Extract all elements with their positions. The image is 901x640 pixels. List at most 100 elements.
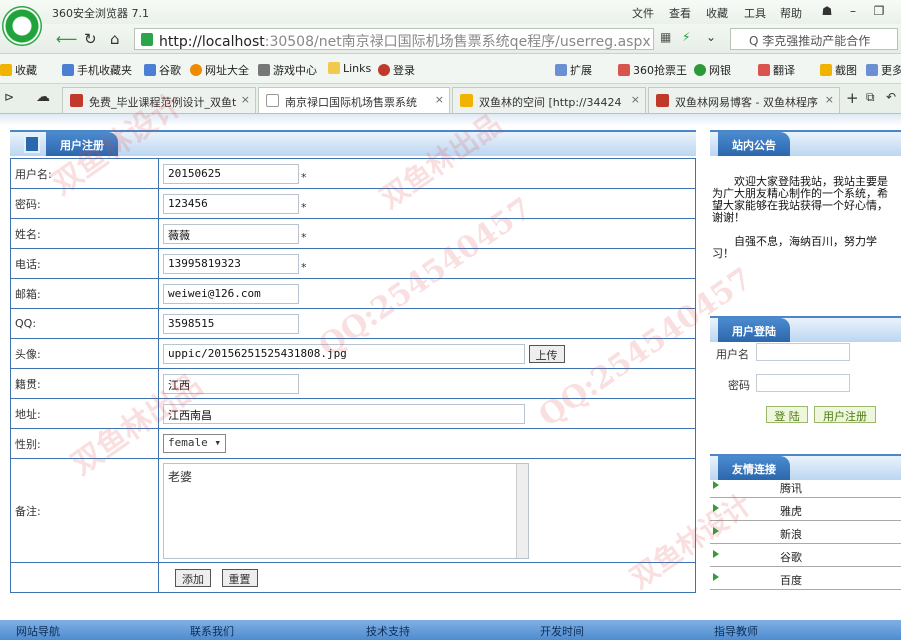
close-icon[interactable]: × (631, 93, 640, 106)
chevron-down-icon[interactable]: ⌄ (706, 30, 716, 44)
bank-icon (694, 64, 706, 76)
textarea-scrollbar[interactable] (516, 463, 528, 558)
link-item[interactable]: 百度 (710, 567, 901, 590)
link-item[interactable]: 雅虎 (710, 498, 901, 521)
login-password-input[interactable] (756, 374, 850, 392)
origin-field[interactable]: 江西 (163, 373, 299, 394)
footer-support[interactable]: 技术支持 (366, 623, 410, 639)
undo-icon[interactable]: ↶ (886, 90, 896, 104)
menu-file[interactable]: 文件 (632, 5, 654, 21)
fav-sites[interactable]: 网址大全 (190, 62, 249, 78)
fav-translate[interactable]: 翻译 (758, 62, 795, 78)
password-field[interactable]: 123456 (163, 193, 299, 214)
tab-blog[interactable]: 双鱼林网易博客 - 双鱼林程序 × (648, 87, 840, 113)
close-icon[interactable]: × (241, 93, 250, 106)
url-path: :30508/net南京禄口国际机场售票系统qe程序/userreg.aspx (264, 34, 651, 50)
refresh-icon[interactable]: ↻ (84, 30, 97, 48)
qq-field[interactable]: 3598515 (163, 313, 299, 334)
footer-dev-time[interactable]: 开发时间 (540, 623, 584, 639)
fav-links[interactable]: Links (328, 62, 371, 75)
name-label: 姓名: (10, 218, 159, 249)
required-mark: * (301, 260, 307, 274)
search-box[interactable]: Q 李克强推动产能合作 (730, 28, 898, 50)
cloud-icon[interactable]: ☁ (36, 89, 50, 105)
fav-login[interactable]: 登录 (378, 62, 415, 78)
fav-mobile[interactable]: 手机收藏夹 (62, 62, 132, 78)
note-label: 备注: (10, 458, 159, 563)
avatar-path-field[interactable]: uppic/20156251525431808.jpg (163, 343, 525, 364)
close-icon[interactable]: × (435, 93, 444, 106)
phone-icon (62, 64, 74, 76)
minimize-icon[interactable]: – (842, 2, 864, 20)
username-field[interactable]: 20150625 (163, 163, 299, 184)
speed-icon[interactable]: ⚡ (682, 30, 690, 44)
footer-contact[interactable]: 联系我们 (190, 623, 234, 639)
fav-collect[interactable]: 收藏 (0, 62, 37, 78)
name-field[interactable]: 薇薇 (163, 223, 299, 244)
menu-help[interactable]: 帮助 (780, 5, 802, 21)
login-button[interactable]: 登 陆 (766, 406, 808, 423)
tab-free-course[interactable]: 免费_毕业课程范例设计_双鱼t × (62, 87, 256, 113)
upload-button[interactable]: 上传 (528, 344, 565, 363)
tab-list-icon[interactable]: ⧉ (866, 90, 875, 105)
address-label: 地址: (10, 398, 159, 429)
required-mark: * (301, 230, 307, 244)
link-item[interactable]: 谷歌 (710, 544, 901, 567)
search-input[interactable]: Q 李克强推动产能合作 (749, 32, 870, 49)
login-username-input[interactable] (756, 343, 850, 361)
phone-field[interactable]: 13995819323 (163, 253, 299, 274)
fav-more[interactable]: 更多 (866, 62, 901, 78)
register-title: 用户注册 (46, 132, 118, 156)
fav-games[interactable]: 游戏中心 (258, 62, 317, 78)
menu-tools[interactable]: 工具 (744, 5, 766, 21)
required-mark: * (301, 200, 307, 214)
back-icon[interactable]: ⟵ (56, 30, 78, 48)
fav-tickets[interactable]: 360抢票王 (618, 62, 687, 78)
sidebar-toggle-icon[interactable]: ⊳ (4, 90, 14, 104)
star-icon (0, 64, 12, 76)
email-field[interactable]: weiwei@126.com (163, 283, 299, 304)
scissors-icon (820, 64, 832, 76)
link-item[interactable]: 腾讯 (710, 475, 901, 498)
footer-nav[interactable]: 网站导航 (16, 623, 60, 639)
gender-select[interactable]: female ▾ (163, 434, 226, 453)
address-bar[interactable]: http://localhost:30508/net南京禄口国际机场售票系统qe… (134, 28, 654, 50)
footer-advisor[interactable]: 指导教师 (714, 623, 758, 639)
restore-icon[interactable]: ❐ (868, 2, 890, 20)
browser-title: 360安全浏览器 7.1 (52, 7, 149, 20)
computer-icon (24, 135, 40, 153)
skin-icon[interactable]: ☗ (816, 2, 838, 20)
note-textarea[interactable]: 老婆 (163, 462, 529, 559)
notice-title: 站内公告 (718, 132, 790, 156)
address-field[interactable]: 江西南昌 (163, 403, 525, 424)
close-icon[interactable]: × (825, 93, 834, 106)
login-title: 用户登陆 (718, 318, 790, 342)
reset-button[interactable]: 重置 (221, 568, 258, 587)
fav-bank[interactable]: 网银 (694, 62, 731, 78)
tab-airport-system[interactable]: 南京禄口国际机场售票系统 × (258, 87, 450, 113)
browser-logo-icon (2, 6, 42, 46)
arrow-icon (713, 481, 719, 489)
page-tools-icon[interactable]: ▦ (660, 30, 671, 44)
fav-extensions[interactable]: 扩展 (555, 62, 592, 78)
new-tab-icon[interactable]: + (846, 89, 859, 107)
footer-bar: 网站导航 联系我们 技术支持 开发时间 指导教师 (0, 620, 901, 640)
fav-google[interactable]: 谷歌 (144, 62, 181, 78)
add-button[interactable]: 添加 (175, 568, 211, 587)
menu-view[interactable]: 查看 (669, 5, 691, 21)
fav-screenshot[interactable]: 截图 (820, 62, 857, 78)
gender-label: 性别: (10, 428, 159, 459)
star-icon (460, 94, 473, 107)
navigation-bar: ⟵ ↻ ⌂ http://localhost:30508/net南京禄口国际机场… (0, 24, 901, 54)
notice-panel: 欢迎大家登陆我站，我站主要是为广大朋友精心制作的一个系统，希望大家能够在我站获得… (712, 176, 892, 260)
motto-text: 自强不息，海纳百川，努力学习！ (712, 235, 877, 260)
tab-space[interactable]: 双鱼林的空间 [http://34424 × (452, 87, 646, 113)
menu-favorites[interactable]: 收藏 (706, 5, 728, 21)
user-register-button[interactable]: 用户注册 (814, 406, 876, 423)
notice-panel-header: 站内公告 (710, 130, 901, 156)
username-label: 用户名: (10, 158, 159, 189)
required-mark: * (301, 170, 307, 184)
home-icon[interactable]: ⌂ (110, 30, 120, 48)
globe-icon (190, 64, 202, 76)
link-item[interactable]: 新浪 (710, 521, 901, 544)
